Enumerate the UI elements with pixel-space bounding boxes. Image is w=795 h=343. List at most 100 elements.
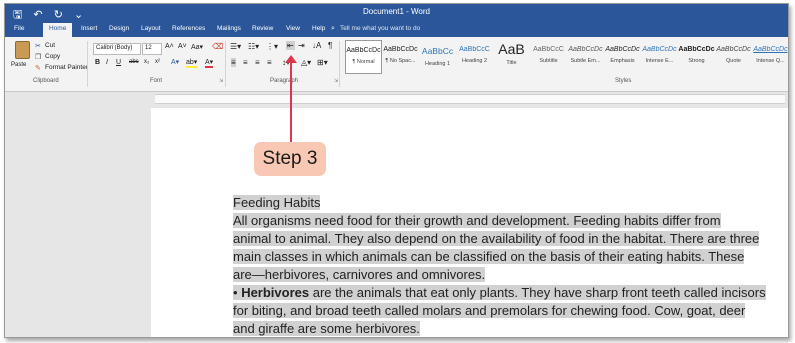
text-effects-icon[interactable]: A▾	[171, 58, 179, 66]
paragraph-line: animal to animal. They also depend on th…	[233, 230, 773, 248]
decrease-indent-icon[interactable]: ⇤	[286, 41, 295, 50]
style-intense-emphasis[interactable]: AaBbCcDc Intense E...	[641, 40, 678, 74]
show-formatting-icon[interactable]: ¶	[328, 41, 332, 50]
tab-view[interactable]: View	[286, 25, 300, 32]
herbivores-term: Herbivores	[241, 285, 310, 300]
paragraph-text: for biting, and broad teeth called molar…	[233, 303, 746, 318]
style-quote[interactable]: AaBbCcDc Quote	[715, 40, 752, 74]
style-heading-1[interactable]: AaBbCc Heading 1	[419, 40, 456, 74]
superscript-icon[interactable]: x²	[155, 59, 160, 65]
align-center-icon[interactable]: ≡	[243, 58, 248, 67]
grow-font-icon[interactable]: A˄	[165, 43, 174, 50]
align-left-icon[interactable]: ≡	[231, 58, 236, 67]
divider	[225, 41, 226, 87]
style-preview: AaBbCcDc	[716, 46, 751, 53]
strikethrough-icon[interactable]: abc	[129, 59, 139, 65]
underline-button[interactable]: U	[116, 59, 121, 66]
paste-label: Paste	[11, 62, 27, 68]
search-icon: ⌕	[331, 25, 335, 32]
ruler-strip	[155, 94, 785, 104]
increase-indent-icon[interactable]: ⇥	[298, 41, 305, 50]
ribbon: Paste ✂ Cut ❐ Copy ✎ Format Painter Clip…	[5, 37, 788, 92]
bold-button[interactable]: B	[95, 59, 100, 66]
font-size-value: 12	[145, 45, 152, 51]
tell-me-box[interactable]: Tell me what you want to do	[340, 25, 420, 32]
style-name: Intense Q...	[756, 58, 785, 64]
highlight-color-icon[interactable]: ab▾	[186, 58, 198, 68]
style-subtitle[interactable]: AaBbCcC Subtitle	[530, 40, 567, 74]
shrink-font-icon[interactable]: A˅	[178, 43, 187, 50]
tab-insert[interactable]: Insert	[81, 25, 97, 32]
paste-button[interactable]: Paste	[11, 41, 33, 73]
style-preview: AaBbCcDc	[678, 46, 715, 53]
style-subtle-emphasis[interactable]: AaBbCcDc Subtle Em...	[567, 40, 604, 74]
brush-icon: ✎	[35, 65, 41, 72]
callout-arrow	[290, 58, 292, 142]
bullets-icon[interactable]: ☰▾	[230, 42, 241, 51]
font-color-icon[interactable]: A▾	[205, 58, 214, 68]
style-preview: AaBbCcC	[459, 46, 490, 53]
shading-icon[interactable]: ◬▾	[301, 58, 311, 67]
justify-icon[interactable]: ≡	[267, 58, 272, 67]
tab-layout[interactable]: Layout	[141, 25, 161, 32]
paragraph-line: for biting, and broad teeth called molar…	[233, 302, 773, 320]
font-dialog-launcher-icon[interactable]: ⇲	[219, 78, 223, 84]
align-right-icon[interactable]: ≡	[255, 58, 260, 67]
font-size-dropdown[interactable]: 12	[142, 43, 162, 55]
tab-mailings[interactable]: Mailings	[217, 25, 241, 32]
style-name: ¶ Normal	[352, 59, 375, 65]
paragraph-dialog-launcher-icon[interactable]: ⇲	[334, 78, 338, 84]
style-no-spacing[interactable]: AaBbCcDc ¶ No Spac...	[382, 40, 419, 74]
style-name: ¶ No Spac...	[385, 58, 416, 64]
bullet-glyph: •	[233, 285, 238, 300]
style-title[interactable]: AaB Title	[493, 40, 530, 74]
heading-line: Feeding Habits	[233, 194, 773, 212]
paragraph-line: All organisms need food for their growth…	[233, 212, 773, 230]
paragraph-text: All organisms need food for their growth…	[233, 213, 721, 228]
word-window: 🖫 ↶ ↻ ⌄ Document1 - Word File Home Inser…	[4, 3, 789, 338]
document-page[interactable]: Feeding Habits All organisms need food f…	[151, 108, 788, 337]
italic-button[interactable]: I	[106, 59, 108, 66]
copy-label: Copy	[45, 53, 61, 60]
style-preview: AaB	[498, 41, 525, 57]
styles-gallery: AaBbCcDc ¶ Normal AaBbCcDc ¶ No Spac... …	[343, 40, 788, 76]
tab-review[interactable]: Review	[252, 25, 273, 32]
paragraph-text: and giraffe are some herbivores.	[233, 321, 420, 336]
document-body[interactable]: Feeding Habits All organisms need food f…	[233, 194, 773, 337]
multilevel-list-icon[interactable]: ⋮▾	[266, 42, 278, 51]
style-normal[interactable]: AaBbCcDc ¶ Normal	[345, 40, 382, 74]
clipboard-icon	[15, 41, 30, 59]
style-intense-quote[interactable]: AaBbCcDc Intense Q...	[752, 40, 788, 74]
style-name: Title	[506, 60, 517, 66]
borders-icon[interactable]: ⊞▾	[317, 58, 328, 67]
style-name: Heading 2	[461, 58, 488, 64]
tab-design[interactable]: Design	[109, 25, 129, 32]
tab-home[interactable]: Home	[43, 23, 73, 37]
style-preview: AaBbCc	[421, 46, 454, 56]
font-name-dropdown[interactable]: Calibri (Body)	[93, 43, 141, 55]
tab-help[interactable]: Help	[312, 25, 325, 32]
style-name: Strong	[688, 58, 705, 64]
paragraph-text: are—herbivores, carnivores and omnivores…	[233, 267, 486, 282]
sort-icon[interactable]: ↓A	[312, 41, 321, 50]
ruler[interactable]	[5, 92, 788, 104]
numbering-icon[interactable]: ☷▾	[248, 42, 259, 51]
subscript-icon[interactable]: x₂	[144, 59, 149, 65]
arrow-head-icon	[285, 55, 297, 63]
clear-formatting-icon[interactable]: ⌫	[212, 42, 223, 51]
tab-references[interactable]: References	[172, 25, 205, 32]
style-strong[interactable]: AaBbCcDc Strong	[678, 40, 715, 74]
tab-file[interactable]: File	[14, 25, 24, 32]
style-preview: AaBbCcC	[533, 46, 564, 53]
style-heading-2[interactable]: AaBbCcC Heading 2	[456, 40, 493, 74]
style-emphasis[interactable]: AaBbCcDc Emphasis	[604, 40, 641, 74]
clipboard-group-label: Clipboard	[33, 78, 59, 84]
styles-group-label: Styles	[615, 78, 632, 84]
style-preview: AaBbCcDc	[346, 47, 381, 54]
change-case-icon[interactable]: Aa▾	[191, 43, 203, 51]
style-name: Emphasis	[610, 58, 635, 64]
divider	[87, 41, 88, 87]
style-name: Subtitle	[539, 58, 558, 64]
cut-label: Cut	[45, 42, 56, 49]
paragraph-text: animal to animal. They also depend on th…	[233, 231, 760, 246]
